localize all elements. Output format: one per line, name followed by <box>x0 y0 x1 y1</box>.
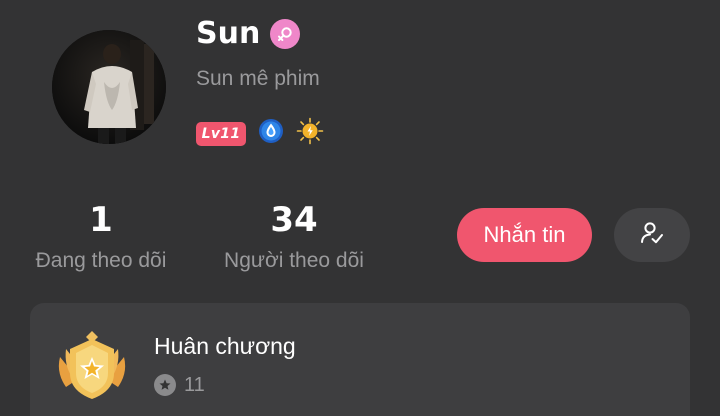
followers-label: Người theo dõi <box>224 249 364 272</box>
following-label: Đang theo dõi <box>35 249 167 272</box>
following-stat[interactable]: 1 Đang theo dõi <box>30 200 172 274</box>
profile-bio: Sun mê phim <box>196 67 320 90</box>
profile-screen: Sun Sun mê phim Lv11 1 Đang theo dõi 34 … <box>0 0 720 416</box>
followers-count: 34 <box>270 200 318 240</box>
followers-stat[interactable]: 34 Người theo dõi <box>216 200 372 274</box>
droplet-badge-icon[interactable] <box>258 118 284 149</box>
medal-icon <box>52 327 132 407</box>
medal-count-row: 11 <box>154 373 205 397</box>
avatar[interactable] <box>52 30 166 144</box>
female-symbol-icon <box>270 19 301 49</box>
username: Sun <box>196 16 261 51</box>
username-row: Sun <box>196 14 301 54</box>
medal-title: Huân chương <box>154 333 296 359</box>
badges-row: Lv11 <box>196 117 324 150</box>
star-coin-icon <box>154 374 176 396</box>
level-badge[interactable]: Lv11 <box>196 121 246 146</box>
medal-count: 11 <box>184 374 205 396</box>
medal-card[interactable]: Huân chương 11 <box>30 303 690 416</box>
message-button[interactable]: Nhắn tin <box>457 208 592 262</box>
follow-status-button[interactable] <box>614 208 690 262</box>
user-check-icon <box>639 220 665 251</box>
sun-badge-icon[interactable] <box>296 117 324 150</box>
following-count: 1 <box>89 200 113 240</box>
